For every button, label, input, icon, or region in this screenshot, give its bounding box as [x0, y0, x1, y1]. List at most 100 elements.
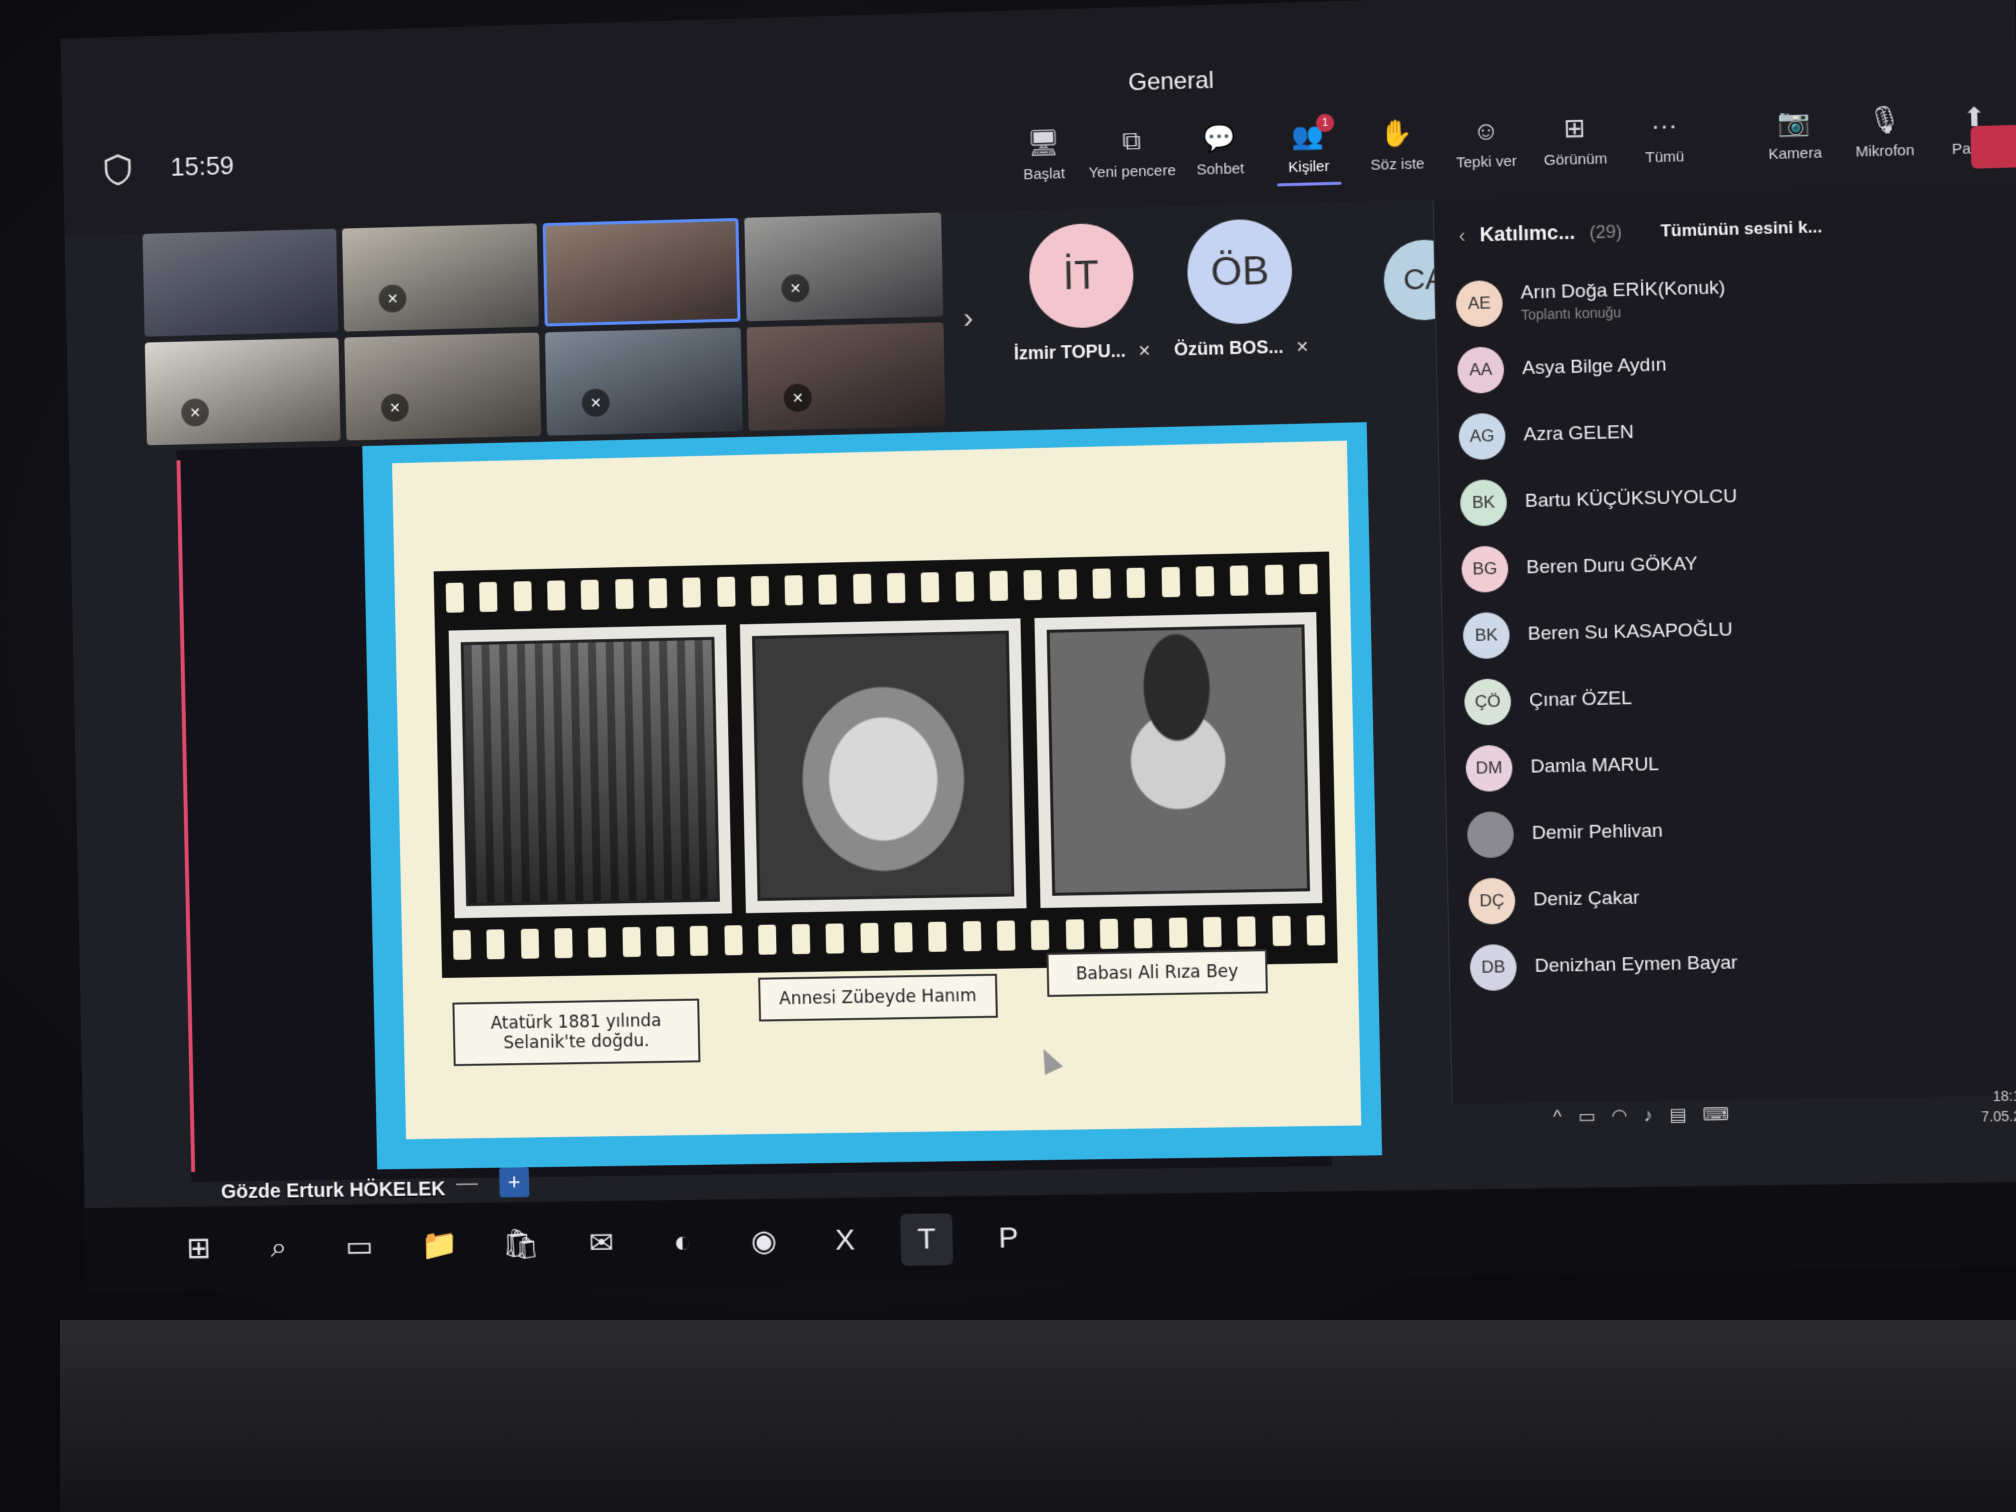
zoom-in-icon[interactable]: +	[499, 1167, 530, 1198]
video-tile[interactable]: ✕	[342, 223, 539, 332]
teams-icon[interactable]: T	[900, 1212, 954, 1266]
participant-info: Asya Bilge Aydın	[1522, 354, 1667, 380]
avatar	[1466, 811, 1515, 859]
react-button[interactable]: ☺ Tepki ver	[1441, 114, 1531, 172]
sprocket-hole	[750, 575, 770, 607]
avatar: DM	[1465, 744, 1513, 792]
people-button[interactable]: 👥 1 Kişiler	[1264, 113, 1354, 177]
participants-title: Katılımc...	[1479, 221, 1576, 247]
outlook-icon[interactable]: ✉	[575, 1217, 627, 1269]
sprocket-hole	[479, 581, 498, 613]
excel-icon[interactable]: X	[819, 1214, 872, 1267]
participant-list-item[interactable]: BG Beren Duru GÖKAY	[1461, 524, 2016, 603]
zoom-out-icon[interactable]: —	[456, 1170, 478, 1195]
mic-off-icon: ✕	[781, 273, 810, 303]
chrome-icon[interactable]: ◉	[737, 1215, 790, 1267]
chevron-up-icon[interactable]: ^	[1553, 1106, 1562, 1127]
participants-list: AE Arın Doğa ERİK(Konuk) Toplantı konuğu AA…	[1455, 257, 2016, 1002]
slide-caption-birthplace: Atatürk 1881 yılında Selanik'te doğdu.	[452, 998, 701, 1067]
search-icon[interactable]: ⌕	[253, 1221, 305, 1273]
participant-name: İzmir TOPU...	[1013, 340, 1126, 364]
sprocket-hole	[1099, 918, 1119, 950]
camera-button[interactable]: 📷 Kamera	[1749, 106, 1840, 164]
sprocket-hole	[1271, 915, 1291, 947]
chat-button[interactable]: 💬 Sohbet	[1175, 122, 1265, 180]
battery-icon[interactable]: ▭	[1578, 1106, 1596, 1127]
keyboard-icon[interactable]: ⌨	[1702, 1104, 1729, 1126]
new-window-button[interactable]: ⧉ Yeni pencere	[1087, 124, 1176, 181]
participant-list-item[interactable]: BK Beren Su KASAPOĞLU	[1462, 591, 2016, 669]
volume-icon[interactable]: ♪	[1643, 1105, 1653, 1126]
sprocket-hole	[962, 921, 982, 952]
father-portrait	[1046, 624, 1311, 896]
raise-hand-button[interactable]: ✋ Söz iste	[1352, 117, 1442, 175]
video-tile[interactable]: ✕	[144, 337, 341, 446]
more-label: Tümü	[1645, 148, 1685, 167]
start-label: Başlat	[1023, 165, 1066, 184]
participant-list-item[interactable]: Demir Pehlivan	[1466, 791, 2016, 868]
avatar: ÇÖ	[1463, 678, 1512, 726]
sprocket-hole	[1202, 916, 1222, 948]
notifications-icon[interactable]: ▤	[1669, 1105, 1687, 1126]
video-tile[interactable]	[142, 228, 339, 337]
notification-badge: 1	[1315, 113, 1335, 133]
system-clock[interactable]: 18:1 7.05.2	[1981, 1086, 2016, 1127]
leave-button[interactable]	[1970, 124, 2016, 169]
laptop-bezel	[60, 1320, 2016, 1512]
sprocket-hole	[1237, 916, 1257, 947]
video-tile[interactable]: ✕	[544, 327, 743, 436]
sprocket-hole	[547, 580, 566, 611]
participant-tile[interactable]: ÖB Özüm BOS... ✕	[1171, 218, 1309, 361]
sprocket-hole	[1031, 919, 1050, 951]
wifi-icon[interactable]: ◠	[1611, 1105, 1627, 1126]
avatar: AG	[1458, 412, 1506, 461]
sprocket-hole	[486, 929, 505, 960]
participant-list-item[interactable]: DM Damla MARUL	[1465, 725, 2016, 802]
participant-list-item[interactable]: DÇ Deniz Çakar	[1468, 858, 2016, 934]
chevron-left-icon[interactable]: ‹	[1458, 225, 1465, 248]
react-icon: ☺	[1472, 115, 1500, 146]
participant-list-item[interactable]: BK Bartu KÜÇÜKSUYOLCU	[1459, 457, 2016, 536]
sprocket-hole	[716, 576, 736, 607]
participant-tile[interactable]: İT İzmir TOPU... ✕	[1011, 222, 1151, 365]
more-button[interactable]: ··· Tümü	[1619, 109, 1710, 167]
video-tile[interactable]: ✕	[344, 332, 542, 441]
sprocket-hole	[784, 575, 804, 606]
video-tile[interactable]: ✕	[744, 212, 944, 322]
people-label: Kişiler	[1288, 157, 1330, 177]
powerpoint-icon[interactable]: P	[982, 1212, 1035, 1265]
sprocket-hole	[757, 924, 777, 955]
video-tile-active-speaker[interactable]	[542, 217, 741, 327]
avatar: BK	[1462, 611, 1511, 660]
sprocket-hole	[1168, 917, 1188, 948]
participant-list-item[interactable]: ÇÖ Çınar ÖZEL	[1463, 658, 2016, 736]
mic-off-icon: ✕	[581, 388, 610, 417]
sprocket-hole	[682, 577, 702, 608]
sprocket-hole	[852, 573, 872, 604]
sprocket-hole	[1306, 915, 1326, 946]
mic-button[interactable]: 🎙 Mikrofon	[1839, 103, 1930, 161]
view-button[interactable]: ⊞ Görünüm	[1530, 112, 1620, 170]
mute-all-button[interactable]: Tümünün sesini k...	[1660, 217, 1822, 241]
shield-icon	[104, 153, 132, 185]
sprocket-hole	[614, 578, 634, 610]
film-strip	[433, 551, 1338, 978]
video-tile[interactable]: ✕	[746, 322, 946, 431]
sprocket-hole	[1161, 566, 1180, 598]
participant-name: Çınar ÖZEL	[1528, 688, 1633, 712]
start-button[interactable]: 🖥 Başlat	[999, 127, 1088, 184]
store-icon[interactable]: 🛍	[494, 1218, 546, 1270]
task-view-icon[interactable]: ▭	[333, 1220, 385, 1272]
raise-hand-icon: ✋	[1380, 117, 1414, 149]
participant-list-item[interactable]: DB Denizhan Eymen Bayar	[1469, 925, 2016, 1001]
participant-list-item[interactable]: AG Azra GELEN	[1458, 390, 2016, 470]
slide-content: Atatürk 1881 yılında Selanik'te doğdu. A…	[392, 440, 1362, 1140]
edge-icon[interactable]: ◐	[656, 1216, 709, 1268]
sprocket-hole	[791, 924, 811, 955]
start-icon[interactable]: ⊞	[173, 1222, 225, 1274]
avatar: AE	[1455, 279, 1504, 328]
participant-info: Beren Duru GÖKAY	[1526, 553, 1698, 579]
file-explorer-icon[interactable]: 📁	[414, 1219, 466, 1271]
participants-count: (29)	[1589, 221, 1623, 243]
chevron-right-icon[interactable]: ›	[963, 302, 974, 336]
